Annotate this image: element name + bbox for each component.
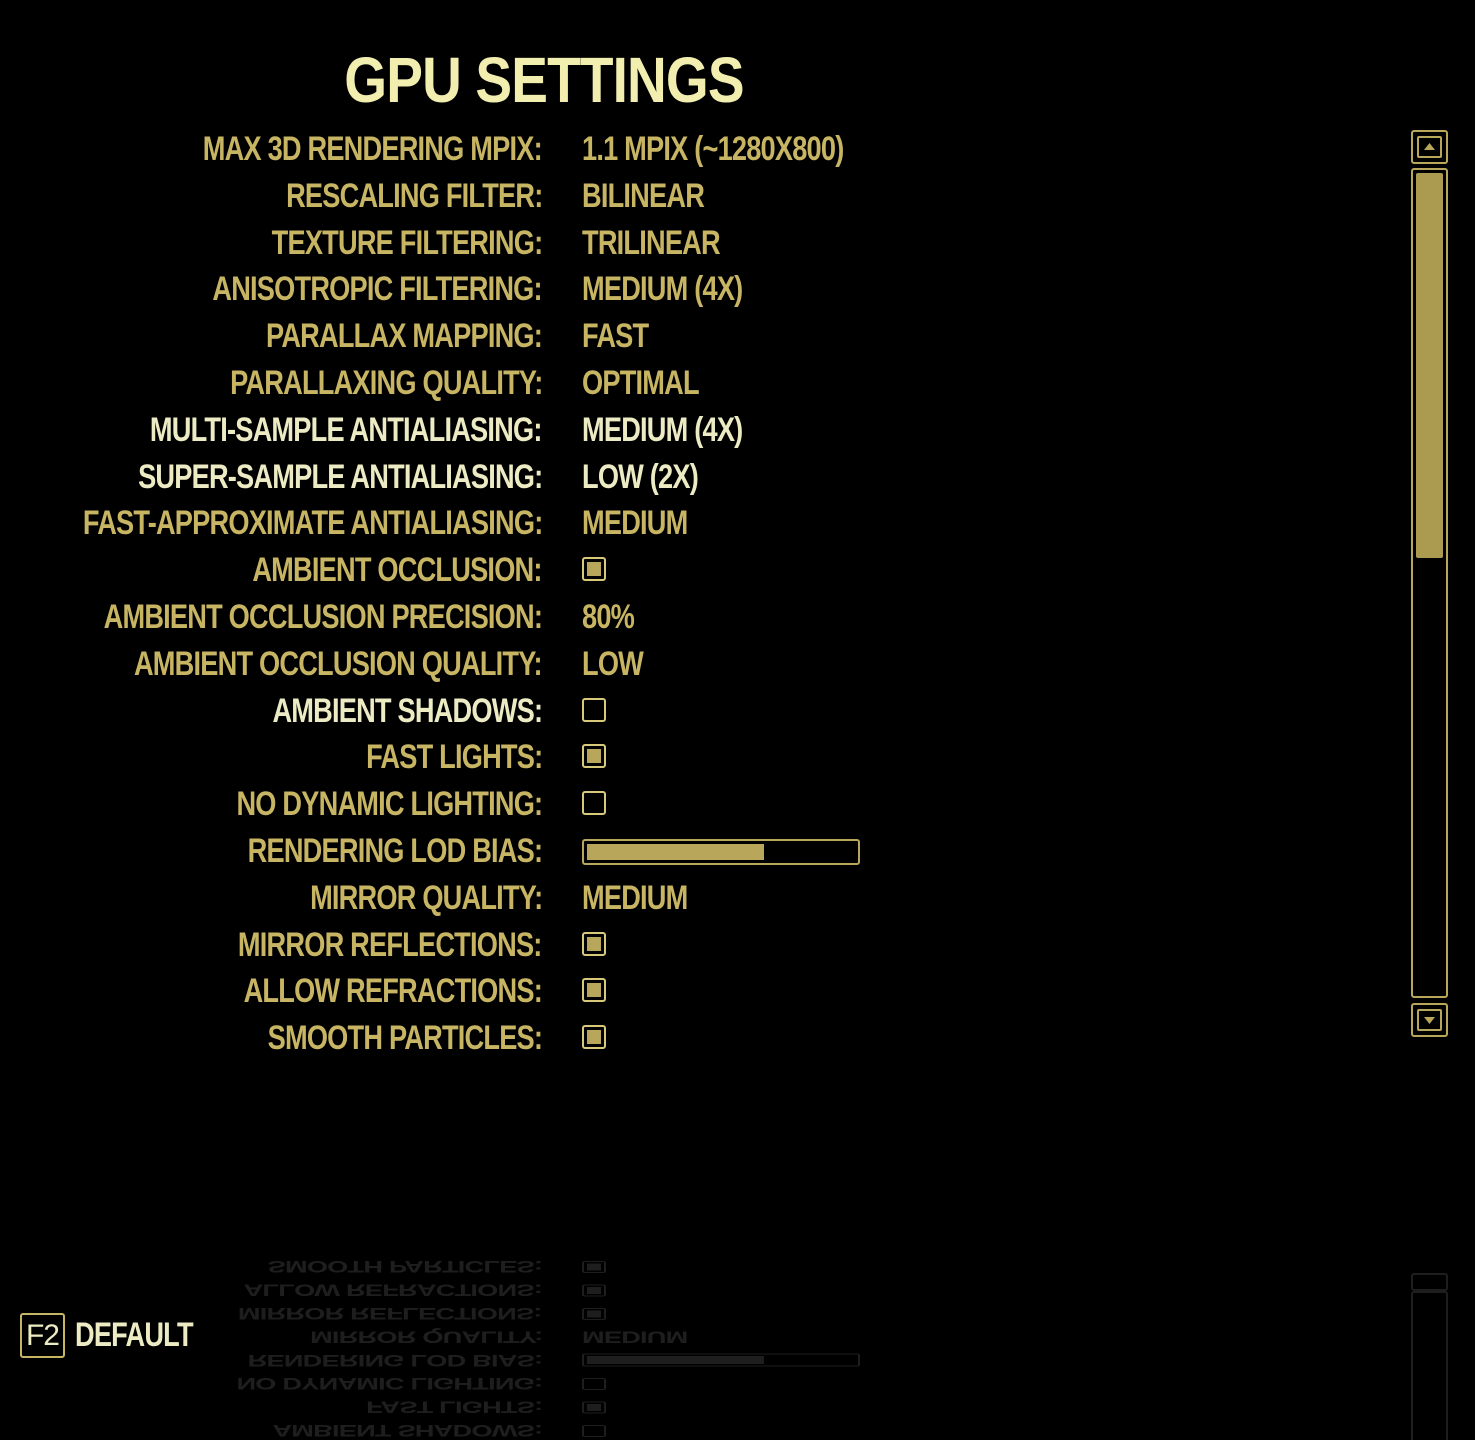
setting-row-ambient-shadows: AMBIENT SHADOWS:: [0, 688, 1200, 735]
arrow-down-icon: [1424, 1017, 1435, 1024]
setting-value-parallaxing-quality[interactable]: OPTIMAL: [582, 360, 700, 407]
checkbox-mirror-reflections[interactable]: [582, 931, 606, 956]
setting-label: SMOOTH PARTICLES:: [267, 1019, 542, 1058]
page-title: GPU SETTINGS: [344, 44, 744, 116]
setting-row-smooth-particles: SMOOTH PARTICLES:: [0, 1015, 1200, 1062]
setting-label: FAST LIGHTS:: [365, 738, 543, 777]
setting-label: ALLOW REFRACTIONS:: [243, 1280, 542, 1300]
setting-label: SUPER-SAMPLE ANTIALIASING:: [137, 457, 543, 496]
f2-key-hint[interactable]: F2: [20, 1313, 65, 1358]
setting-row-fast-approximate-antialiasing: FAST-APPROXIMATE ANTIALIASING: MEDIUM: [0, 500, 1200, 547]
scroll-up-button[interactable]: [1411, 130, 1448, 164]
setting-label: MIRROR REFLECTIONS:: [238, 1304, 542, 1324]
checkbox-allow-refractions[interactable]: [582, 1284, 606, 1297]
setting-label: MULTI-SAMPLE ANTIALIASING:: [150, 410, 542, 449]
setting-row-multi-sample-antialiasing: MULTI-SAMPLE ANTIALIASING: MEDIUM (4X): [0, 407, 1200, 454]
checkbox-no-dynamic-lighting[interactable]: [582, 1378, 606, 1391]
setting-label: AMBIENT OCCLUSION PRECISION:: [103, 597, 543, 636]
setting-label: FAST-APPROXIMATE ANTIALIASING:: [82, 504, 542, 543]
reflection-row: FAST LIGHTS:: [0, 1395, 1200, 1418]
setting-row-allow-refractions: ALLOW REFRACTIONS:: [0, 968, 1200, 1015]
checkbox-ambient-shadows[interactable]: [582, 697, 606, 722]
checkbox-smooth-particles[interactable]: [582, 1261, 606, 1274]
setting-row-rescaling-filter: RESCALING FILTER: BILINEAR: [0, 173, 1200, 220]
checkbox-ambient-shadows[interactable]: [582, 1425, 606, 1438]
reflection-row: NO DYNAMIC LIGHTING:: [0, 1372, 1200, 1395]
setting-label: TEXTURE FILTERING:: [271, 223, 542, 262]
setting-label: PARALLAXING QUALITY:: [229, 363, 543, 402]
setting-value-ambient-occlusion-quality[interactable]: LOW: [582, 641, 644, 688]
setting-label: AMBIENT OCCLUSION:: [252, 551, 543, 590]
setting-row-texture-filtering: TEXTURE FILTERING: TRILINEAR: [0, 220, 1200, 267]
setting-label: NO DYNAMIC LIGHTING:: [236, 1374, 542, 1394]
settings-list: MAX 3D RENDERING MPIX: 1.1 MPIX (~1280X80…: [0, 126, 1200, 1062]
setting-row-ambient-occlusion-quality: AMBIENT OCCLUSION QUALITY: LOW: [0, 641, 1200, 688]
setting-label: FAST LIGHTS:: [365, 1397, 542, 1417]
default-button[interactable]: DEFAULT: [75, 1313, 194, 1358]
setting-row-parallax-mapping: PARALLAX MAPPING: FAST: [0, 313, 1200, 360]
slider-fill: [587, 1355, 764, 1364]
slider-rendering-lod-bias[interactable]: [582, 1353, 860, 1367]
checkbox-fast-lights[interactable]: [582, 744, 606, 769]
checkbox-fast-lights[interactable]: [582, 1401, 606, 1414]
setting-value-anisotropic-filtering[interactable]: MEDIUM (4X): [582, 266, 743, 313]
setting-label: MIRROR QUALITY:: [309, 878, 543, 917]
checkbox-allow-refractions[interactable]: [582, 978, 606, 1003]
reflection-row: SMOOTH PARTICLES:: [0, 1255, 1200, 1278]
checkbox-no-dynamic-lighting[interactable]: [582, 791, 606, 816]
setting-value-max-3d-rendering-mpix[interactable]: 1.1 MPIX (~1280X800): [582, 126, 844, 173]
setting-value-multi-sample-antialiasing[interactable]: MEDIUM (4X): [582, 407, 743, 454]
setting-value-super-sample-antialiasing[interactable]: LOW (2X): [582, 454, 699, 501]
arrow-up-icon: [1424, 143, 1435, 150]
reflection-row: ALLOW REFRACTIONS:: [0, 1278, 1200, 1301]
slider-fill: [587, 843, 764, 860]
setting-label: MIRROR QUALITY:: [309, 1327, 542, 1347]
reflection-row: AMBIENT SHADOWS:: [0, 1419, 1200, 1440]
setting-row-mirror-quality: MIRROR QUALITY: MEDIUM: [0, 875, 1200, 922]
setting-value-mirror-quality[interactable]: MEDIUM: [582, 1325, 688, 1348]
setting-row-max-3d-rendering-mpix: MAX 3D RENDERING MPIX: 1.1 MPIX (~1280X80…: [0, 126, 1200, 173]
setting-row-anisotropic-filtering: ANISOTROPIC FILTERING: MEDIUM (4X): [0, 266, 1200, 313]
checkbox-smooth-particles[interactable]: [582, 1025, 606, 1050]
setting-label: ALLOW REFRACTIONS:: [243, 972, 543, 1011]
scroll-down-button[interactable]: [1411, 1003, 1448, 1037]
setting-row-ambient-occlusion-precision: AMBIENT OCCLUSION PRECISION: 80%: [0, 594, 1200, 641]
setting-label: AMBIENT SHADOWS:: [272, 1421, 542, 1440]
setting-row-fast-lights: FAST LIGHTS:: [0, 734, 1200, 781]
setting-value-texture-filtering[interactable]: TRILINEAR: [582, 220, 721, 267]
floor-reflection: AMBIENT SHADOWS: FAST LIGHTS: NO DYNAMIC L…: [0, 1255, 1475, 1440]
setting-row-rendering-lod-bias: RENDERING LOD BIAS:: [0, 828, 1200, 875]
setting-row-no-dynamic-lighting: NO DYNAMIC LIGHTING:: [0, 781, 1200, 828]
scrollbar-thumb[interactable]: [1416, 173, 1443, 558]
setting-value-mirror-quality[interactable]: MEDIUM: [582, 875, 688, 922]
slider-rendering-lod-bias[interactable]: [582, 838, 860, 865]
setting-label: RENDERING LOD BIAS:: [247, 1350, 542, 1370]
setting-row-ambient-occlusion: AMBIENT OCCLUSION:: [0, 547, 1200, 594]
setting-label: PARALLAX MAPPING:: [265, 317, 543, 356]
checkbox-mirror-reflections[interactable]: [582, 1308, 606, 1321]
setting-row-parallaxing-quality: PARALLAXING QUALITY: OPTIMAL: [0, 360, 1200, 407]
setting-label: NO DYNAMIC LIGHTING:: [236, 785, 543, 824]
setting-label: ANISOTROPIC FILTERING:: [212, 270, 543, 309]
setting-label: RENDERING LOD BIAS:: [247, 831, 542, 870]
checkbox-ambient-occlusion[interactable]: [582, 557, 606, 582]
setting-label: AMBIENT SHADOWS:: [272, 691, 543, 730]
setting-label: RESCALING FILTER:: [285, 176, 543, 215]
setting-row-mirror-reflections: MIRROR REFLECTIONS:: [0, 922, 1200, 969]
setting-value-rescaling-filter[interactable]: BILINEAR: [582, 173, 705, 220]
setting-value-parallax-mapping[interactable]: FAST: [582, 313, 649, 360]
setting-value-fast-approximate-antialiasing[interactable]: MEDIUM: [582, 500, 688, 547]
scrollbar-track[interactable]: [1411, 168, 1448, 998]
setting-label: MAX 3D RENDERING MPIX:: [202, 130, 543, 168]
setting-label: MIRROR REFLECTIONS:: [238, 925, 542, 964]
setting-label: SMOOTH PARTICLES:: [267, 1257, 542, 1277]
setting-value-ambient-occlusion-precision[interactable]: 80%: [582, 594, 635, 641]
setting-row-super-sample-antialiasing: SUPER-SAMPLE ANTIALIASING: LOW (2X): [0, 454, 1200, 501]
setting-label: AMBIENT OCCLUSION QUALITY:: [134, 644, 543, 683]
